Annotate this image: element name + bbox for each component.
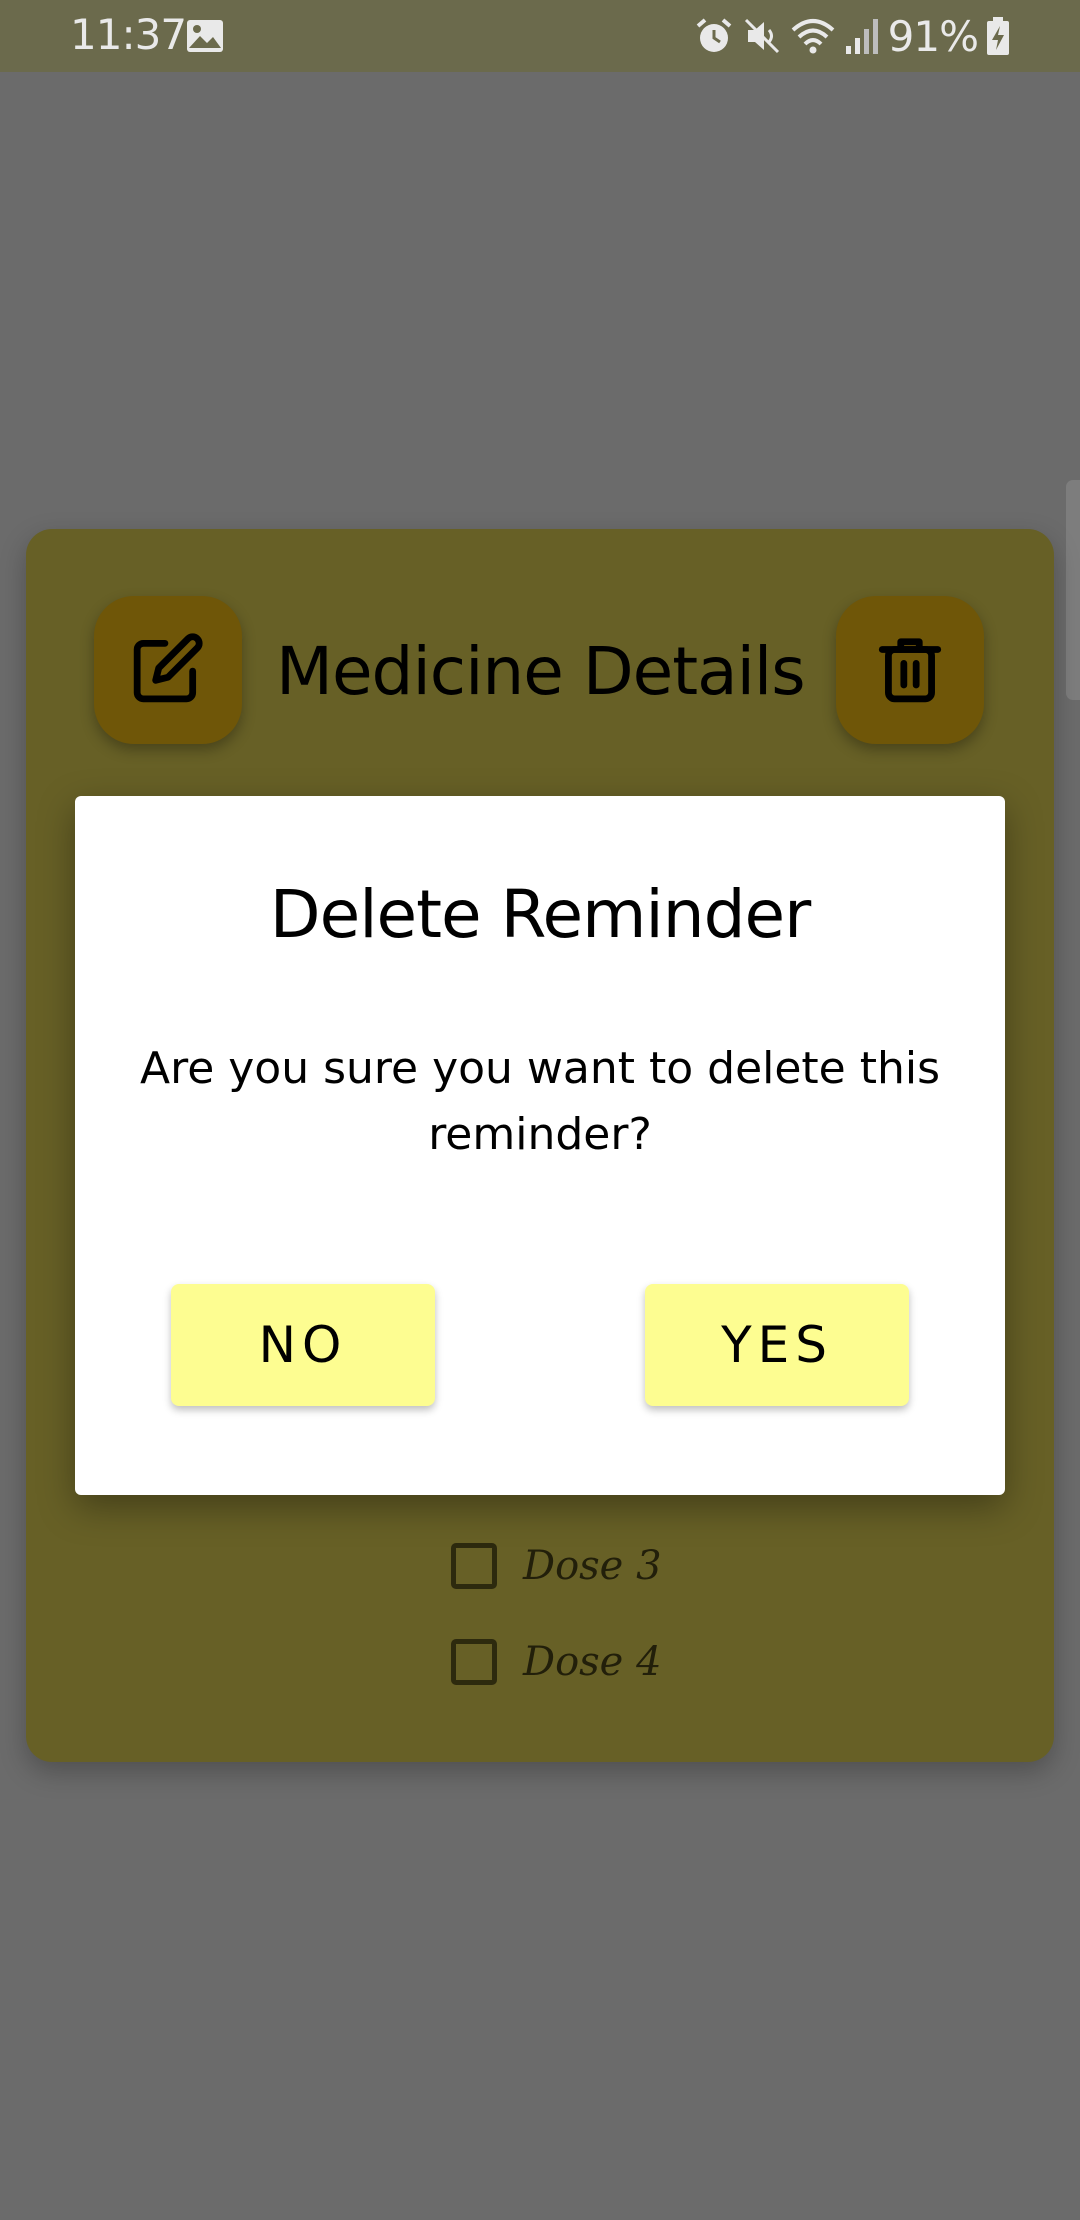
battery-percent: 91% — [887, 11, 979, 61]
app-screen: 11:37 91% Medicine Details Dose 3 Dose 4… — [0, 0, 1080, 2220]
dose-label: Dose 4 — [523, 1639, 662, 1685]
status-time: 11:37 — [70, 10, 187, 59]
card-title: Medicine Details — [276, 633, 806, 710]
dose-checkbox[interactable] — [451, 1543, 497, 1589]
delete-reminder-dialog: Delete Reminder Are you sure you want to… — [75, 796, 1005, 1495]
yes-button[interactable]: YES — [645, 1284, 909, 1406]
status-bar: 11:37 91% — [0, 0, 1080, 72]
image-icon — [185, 18, 225, 54]
signal-icon — [844, 16, 880, 56]
dialog-title: Delete Reminder — [269, 876, 811, 953]
dialog-message: Are you sure you want to delete this rem… — [139, 1043, 941, 1160]
battery-charging-icon — [986, 16, 1010, 56]
mute-icon — [742, 16, 782, 56]
wifi-icon — [790, 16, 836, 56]
delete-button[interactable] — [836, 596, 984, 744]
edit-icon — [131, 631, 205, 709]
scroll-indicator[interactable] — [1066, 480, 1080, 700]
dose-item[interactable]: Dose 4 — [451, 1634, 662, 1690]
edit-button[interactable] — [94, 596, 242, 744]
trash-icon — [873, 631, 947, 709]
dose-label: Dose 3 — [523, 1543, 662, 1589]
dose-checkbox[interactable] — [451, 1639, 497, 1685]
no-button[interactable]: NO — [171, 1284, 435, 1406]
alarm-icon — [694, 16, 734, 56]
dose-item[interactable]: Dose 3 — [451, 1538, 662, 1594]
status-icons: 91% — [694, 11, 1010, 61]
